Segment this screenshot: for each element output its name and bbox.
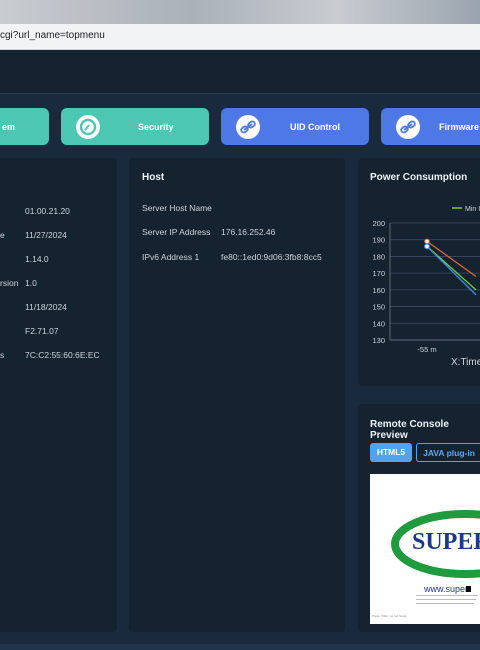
host-ipv6-value: fe80::1ed0:9d06:3fb8:8cc5: [221, 252, 322, 262]
power-title: Power Consumption: [370, 172, 468, 183]
y-tick-label: 140: [372, 319, 385, 328]
nav-security-label: Security: [138, 122, 174, 132]
bmc-firmware-value: 01.00.21.20: [25, 206, 70, 216]
bios-version-value: F2.71.07: [25, 326, 59, 336]
x-axis-title: X:Time: [451, 357, 480, 368]
firmware-date-value: 11/27/2024: [25, 230, 67, 240]
console-title: Remote Console Preview: [370, 419, 449, 441]
app-header: [0, 50, 480, 94]
version-row-label: e: [0, 230, 5, 240]
post-text-line: [416, 595, 478, 596]
version-panel: 01.00.21.20 e 11/27/2024 1.14.0 rsion 1.…: [0, 158, 117, 632]
page-footer: [0, 644, 480, 650]
nav-uid-control-label: UID Control: [290, 122, 340, 132]
security-icon: [76, 115, 100, 139]
y-tick-label: 160: [372, 286, 385, 295]
mac-address-value: 7C:C2:55:60:6E:EC: [25, 350, 100, 360]
post-text-line: [416, 603, 474, 604]
version-row-label: rsion: [0, 278, 19, 288]
link-icon: [236, 115, 260, 139]
url-text[interactable]: cgi?url_name=topmenu: [0, 30, 105, 41]
nav-security-button[interactable]: Security: [61, 108, 209, 145]
version-row-label: s: [0, 350, 5, 360]
x-tick-label: -55 m: [417, 345, 436, 354]
nav-system-button[interactable]: em: [0, 108, 49, 145]
nav-uid-control-button[interactable]: UID Control: [221, 108, 369, 145]
logo-text: SUPER: [412, 529, 480, 555]
y-tick-label: 150: [372, 303, 385, 312]
host-name-label: Server Host Name: [142, 203, 212, 213]
mouse-cursor-icon: [466, 586, 471, 592]
post-text-line: [416, 599, 476, 600]
nav-system-label: em: [2, 122, 16, 132]
nav-firmware-label: Firmware I: [439, 122, 480, 132]
redfish-version-value: 1.14.0: [25, 254, 49, 264]
data-point: [424, 238, 430, 245]
browser-tab-strip: [0, 0, 480, 24]
power-chart: 130 140 150 160 170 180 190 200 -55 m X:Time Min I: [372, 206, 480, 368]
y-tick-label: 130: [372, 336, 385, 345]
power-panel: Power Consumption 130 140 150 160 170 180 190 2…: [358, 158, 480, 386]
html5-button[interactable]: HTML5: [370, 443, 412, 462]
post-prompt-text: Press <DEL> to run Setup: [372, 614, 408, 618]
bios-date-value: 11/18/2024: [25, 302, 67, 312]
link-icon: [396, 115, 420, 139]
cpld-version-value: 1.0: [25, 278, 37, 288]
console-preview-image[interactable]: SUPER www.super Press <DEL> to run Setup: [370, 474, 480, 624]
host-title: Host: [142, 172, 165, 183]
y-tick-label: 170: [372, 269, 385, 278]
host-ip-value: 176.16.252.46: [221, 227, 276, 237]
logo-site-text: www.super: [424, 584, 469, 594]
java-plugin-button[interactable]: JAVA plug-in: [416, 443, 480, 462]
y-tick-label: 190: [372, 236, 385, 245]
address-bar[interactable]: cgi?url_name=topmenu: [0, 24, 480, 50]
nav-firmware-button[interactable]: Firmware I: [381, 108, 480, 145]
host-ipv6-label: IPv6 Address 1: [142, 252, 200, 262]
host-panel: Host Server Host Name Server IP Address …: [129, 158, 345, 632]
host-ip-label: Server IP Address: [142, 227, 211, 237]
data-point: [424, 243, 430, 250]
legend-label: Min I: [465, 206, 480, 213]
y-tick-label: 200: [372, 219, 385, 228]
top-menu: em Security UID Control Firmware I: [0, 108, 480, 148]
y-tick-label: 180: [372, 252, 385, 261]
